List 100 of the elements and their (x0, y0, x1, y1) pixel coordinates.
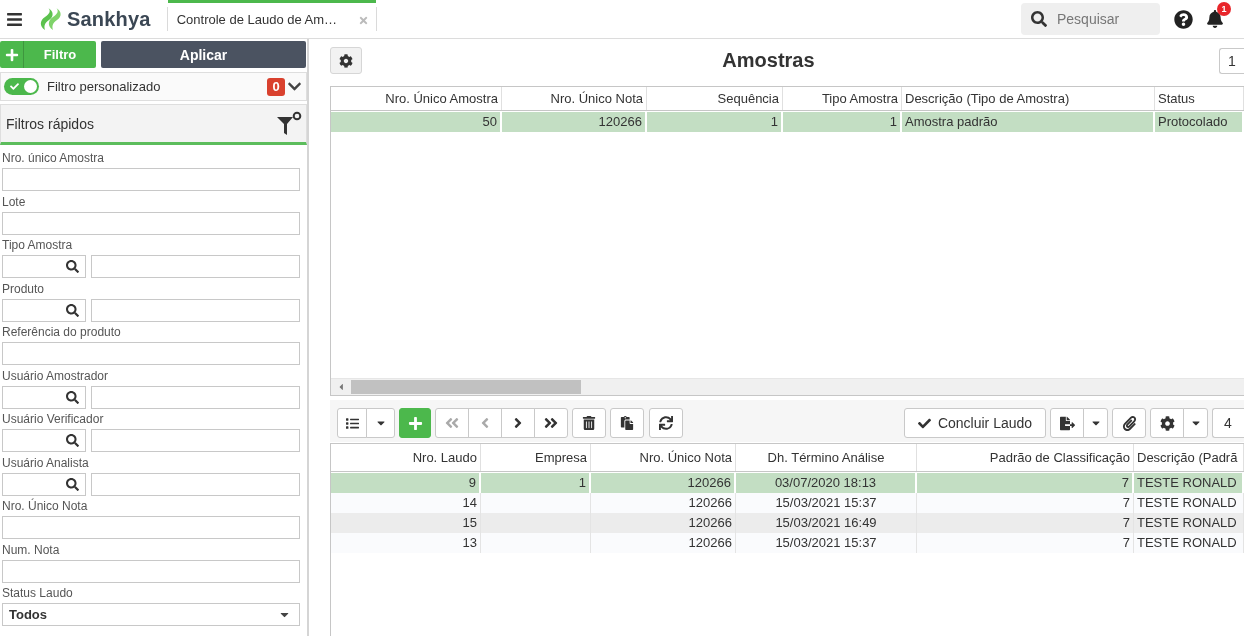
settings-button[interactable] (330, 47, 362, 74)
double-chevron-right-icon (543, 415, 559, 431)
search-icon[interactable] (66, 477, 79, 491)
input-field[interactable] (2, 211, 300, 235)
column-header[interactable]: Sequência (647, 87, 783, 110)
table-cell: 50 (331, 112, 502, 132)
table-cell: TESTE RONALD (1134, 533, 1244, 553)
panel-title: Amostras (721, 49, 816, 72)
input-field[interactable] (91, 429, 300, 452)
check-icon (10, 82, 19, 91)
search-icon (1031, 11, 1047, 27)
refresh-button[interactable] (649, 408, 683, 438)
apply-button[interactable]: Aplicar (101, 41, 306, 68)
double-chevron-left-icon (444, 415, 460, 431)
settings-button[interactable] (1150, 408, 1184, 438)
input-field[interactable] (91, 385, 300, 409)
code-input-field[interactable] (2, 385, 86, 409)
field-label: Produto (2, 281, 46, 297)
input-field[interactable] (2, 342, 300, 365)
table-row[interactable]: 13 120266 15/03/2021 15:37 7 TESTE RONALD (331, 533, 1244, 553)
input-field[interactable] (2, 516, 300, 539)
next-page-button[interactable] (501, 408, 535, 438)
column-header[interactable]: Descrição (Padrã (1134, 444, 1244, 471)
table-row[interactable]: 15 120266 15/03/2021 16:49 7 TESTE RONALD (331, 513, 1244, 533)
horizontal-scrollbar[interactable] (331, 378, 1244, 395)
input-field[interactable] (2, 559, 300, 583)
column-header[interactable]: Dh. Término Análise (736, 444, 917, 471)
tab[interactable]: Controle de Laudo de Am… (167, 0, 376, 38)
field-label: Nro. Único Nota (2, 499, 89, 514)
settings-icon (1159, 415, 1175, 431)
field-label: Usuário Analista (2, 455, 90, 471)
export-button[interactable] (1050, 408, 1084, 438)
column-header[interactable]: Padrão de Classificação (917, 444, 1134, 471)
column-header[interactable]: Nro. Único Amostra (331, 87, 502, 110)
table-cell: 15/03/2021 15:37 (736, 533, 917, 553)
last-page-button[interactable] (534, 408, 568, 438)
page-input-field[interactable]: 1 (1219, 47, 1244, 74)
add-button[interactable] (399, 408, 431, 438)
code-input-field[interactable] (2, 472, 86, 496)
column-header[interactable]: Nro. Único Nota (591, 444, 736, 471)
column-header[interactable]: Nro. Laudo (331, 444, 481, 471)
check-icon (917, 416, 931, 430)
field-label: Nro. único Amostra (2, 151, 106, 166)
table-row[interactable]: 9 1 120266 03/07/2020 18:13 7 TESTE RONALD (331, 473, 1244, 493)
table-row[interactable]: 14 120266 15/03/2021 15:37 7 TESTE RONALD (331, 493, 1244, 513)
clipboard-icon (620, 416, 634, 430)
field-label: Status Laudo (2, 586, 74, 601)
table-cell: 1 (647, 112, 783, 132)
field-label: Referência do produto (2, 325, 122, 340)
table-cell: 13 (331, 533, 481, 553)
field-label: Lote (2, 194, 27, 210)
search-icon[interactable] (66, 260, 79, 273)
table-cell: 120266 (591, 533, 736, 553)
column-header[interactable]: Status (1155, 87, 1244, 110)
select-field[interactable]: Todos (2, 603, 300, 626)
search-field[interactable]: Pesquisar (1021, 3, 1160, 35)
menu-icon[interactable] (6, 10, 23, 28)
notification-badge: 1 (1217, 1, 1231, 16)
column-header[interactable]: Tipo Amostra (783, 87, 902, 110)
list-icon (345, 416, 359, 430)
trash-icon (582, 416, 596, 430)
scrollbar-thumb[interactable] (351, 380, 581, 394)
field-label: Num. Nota (2, 542, 61, 558)
toggle-switch[interactable] (4, 78, 39, 95)
delete-button[interactable] (572, 408, 606, 438)
table-cell: Amostra padrão (902, 112, 1155, 132)
section-title: Filtros rápidos (6, 115, 94, 132)
paperclip-icon (1121, 415, 1137, 431)
input-field[interactable] (91, 472, 300, 496)
help-icon[interactable] (1174, 9, 1193, 29)
bell-icon[interactable] (1206, 9, 1224, 28)
plus-icon (4, 47, 19, 62)
list-view-button[interactable] (337, 408, 367, 438)
column-header[interactable]: Descrição (Tipo de Amostra) (902, 87, 1155, 110)
refresh-icon (659, 416, 673, 430)
attach-button[interactable] (1112, 408, 1146, 438)
settings-icon (339, 53, 353, 68)
field-label: Usuário Verificador (2, 412, 105, 427)
field-label: Tipo Amostra (2, 238, 74, 253)
table-cell: Protocolado (1155, 112, 1244, 132)
plus-icon (407, 415, 423, 431)
complete-report-button[interactable]: Concluir Laudo (904, 408, 1046, 438)
column-header[interactable]: Nro. Único Nota (502, 87, 647, 110)
search-icon[interactable] (66, 390, 79, 404)
code-input-field[interactable] (2, 429, 86, 452)
input-field[interactable] (91, 298, 300, 322)
column-header[interactable]: Empresa (481, 444, 591, 471)
search-icon[interactable] (66, 434, 79, 447)
table-cell: 7 (917, 533, 1134, 553)
input-field[interactable] (91, 255, 300, 278)
filter-settings-icon[interactable] (276, 110, 302, 137)
input-field[interactable] (2, 168, 300, 191)
duplicate-button[interactable] (610, 408, 644, 438)
field-label: Usuário Amostrador (2, 368, 110, 384)
page-input-field[interactable]: 4 (1212, 408, 1244, 438)
table-row[interactable]: 50 120266 1 1 Amostra padrão Protocolado (331, 112, 1244, 132)
code-input-field[interactable] (2, 255, 86, 278)
table-cell: 1 (783, 112, 902, 132)
search-icon[interactable] (66, 303, 79, 317)
code-input-field[interactable] (2, 298, 86, 322)
